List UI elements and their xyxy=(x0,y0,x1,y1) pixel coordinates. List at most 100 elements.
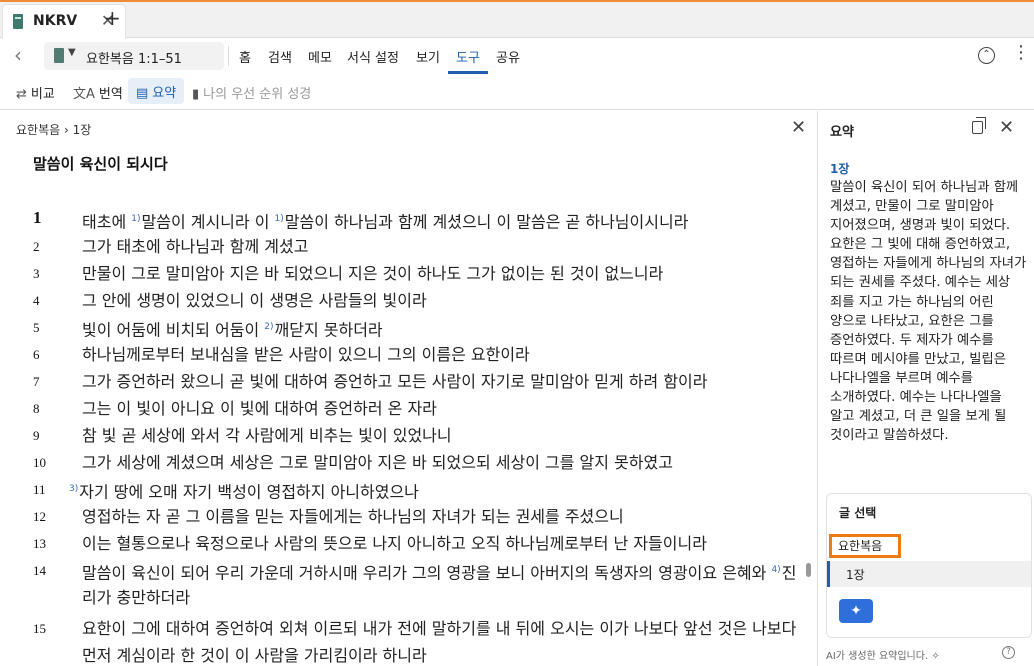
verse-number: 2 xyxy=(33,239,40,254)
more-options-icon[interactable]: ⋮ xyxy=(1012,44,1030,62)
footnote-marker[interactable]: 3) xyxy=(69,484,78,494)
back-icon[interactable]: ‹ xyxy=(14,43,22,67)
reference-label: 요한복음 1:1–51 xyxy=(86,52,182,67)
menu-search[interactable]: 검색 xyxy=(268,47,292,66)
verse-segment: 빛이 어둠에 비치되 어둠이 xyxy=(82,320,265,340)
footnote-marker[interactable]: 1) xyxy=(275,214,284,224)
menu-share[interactable]: 공유 xyxy=(496,47,520,66)
verse-number: 14 xyxy=(33,563,46,578)
verse-segment: 그 안에 생명이 있었으니 이 생명은 사람들의 빛이라 xyxy=(82,291,427,310)
summary-pane-title: 요약 xyxy=(830,125,854,140)
summary-icon: ▤ xyxy=(136,86,149,101)
verse-number: 15 xyxy=(33,621,46,636)
footnote-marker[interactable]: 2) xyxy=(264,322,273,332)
section-heading: 말씀이 육신이 되시다 xyxy=(33,155,168,173)
verse-segment: 이는 혈통으로나 육정으로나 사람의 뜻으로 나지 아니하고 오직 하나님께로부… xyxy=(82,534,707,553)
menu-tools[interactable]: 도구 xyxy=(456,47,480,66)
verse-number: 1 xyxy=(33,208,42,227)
tools-toolbar: ⇄ 비교 文A 번역 ▤ 요약 ▮ 나의 우선 순위 성경 xyxy=(0,74,1034,110)
verse-text[interactable]: 3)자기 땅에 오매 자기 백성이 영접하지 아니하였으나 xyxy=(69,476,419,505)
verse-segment: 자기 땅에 오매 자기 백성이 영접하지 아니하였으나 xyxy=(79,482,419,502)
verse-number: 8 xyxy=(33,401,40,416)
verse-segment: 요한이 그에 대하여 증언하여 외쳐 이르되 내가 전에 말하기를 내 뒤에 오… xyxy=(82,619,797,638)
verse-number: 5 xyxy=(33,320,40,335)
verse-text[interactable]: 그가 증언하러 왔으니 곧 빛에 대하여 증언하고 모든 사람이 자기로 말미암… xyxy=(82,368,707,395)
close-icon[interactable]: ✕ xyxy=(999,117,1014,138)
divider xyxy=(228,46,229,66)
menu-home[interactable]: 홈 xyxy=(239,47,251,66)
tab-strip: NKRV ✕ + xyxy=(0,0,1034,38)
verse-number: 6 xyxy=(33,347,40,362)
verse-text[interactable]: 빛이 어둠에 비치되 어둠이 2)깨닫지 못하더라 xyxy=(82,314,383,343)
verse-text[interactable]: 그가 세상에 계셨으며 세상은 그로 말미암아 지은 바 되었으되 세상이 그를… xyxy=(82,449,673,476)
verse-text[interactable]: 태초에 1)말씀이 계시니라 이 1)말씀이 하나님과 함께 계셨으니 이 말씀… xyxy=(82,206,688,235)
verse-segment: 깨닫지 못하더라 xyxy=(274,320,383,340)
verse-segment: 그는 이 빛이 아니요 이 빛에 대하여 증언하러 온 자라 xyxy=(82,399,437,418)
menu-format[interactable]: 서식 설정 xyxy=(347,47,399,66)
ai-sparkle-button[interactable]: ✦ xyxy=(839,599,873,623)
verse-segment: 그가 세상에 계셨으며 세상은 그로 말미암아 지은 바 되었으되 세상이 그를… xyxy=(82,453,673,472)
selected-book[interactable]: 요한복음 xyxy=(829,534,901,558)
verse-segment: 그가 증언하러 왔으니 곧 빛에 대하여 증언하고 모든 사람이 자기로 말미암… xyxy=(82,372,708,391)
copy-icon[interactable] xyxy=(972,117,986,134)
verse-text[interactable]: 요한이 그에 대하여 증언하여 외쳐 이르되 내가 전에 말하기를 내 뒤에 오… xyxy=(82,615,796,642)
reading-pane: 요한복음 › 1장 ✕ 말씀이 육신이 되시다 1 태초에 1)말씀이 계시니라 … xyxy=(0,111,817,666)
nav-row: ‹ ▼ 요한복음 1:1–51 홈 검색 메모 서식 설정 보기 도구 공유 ⌃… xyxy=(0,38,1034,74)
verse-number: 7 xyxy=(33,374,40,389)
verse-text[interactable]: 그 안에 생명이 있었으니 이 생명은 사람들의 빛이라 xyxy=(82,287,427,314)
compare-button[interactable]: ⇄ 비교 xyxy=(16,83,55,102)
verse-segment: 참 빛 곧 세상에 와서 각 사람에게 비추는 빛이 있었나니 xyxy=(82,426,452,445)
verse-segment: 말씀이 육신이 되어 우리 가운데 거하시매 우리가 그의 영광을 보니 아버지… xyxy=(82,563,772,583)
verse-text[interactable]: 말씀이 육신이 되어 우리 가운데 거하시매 우리가 그의 영광을 보니 아버지… xyxy=(82,557,796,586)
help-icon[interactable]: ? xyxy=(1002,646,1015,659)
sparkle-icon: ✧ xyxy=(931,651,940,662)
verse-segment: 만물이 그로 말미암아 지은 바 되었으니 지은 것이 하나도 그가 없이는 된… xyxy=(82,264,664,283)
menu-view[interactable]: 보기 xyxy=(416,47,440,66)
verse-text[interactable]: 영접하는 자 곧 그 이름을 믿는 자들에게는 하나님의 자녀가 되는 권세를 … xyxy=(82,503,624,530)
verse-number: 12 xyxy=(33,509,46,524)
compare-label: 비교 xyxy=(30,87,55,102)
summary-pane: 요약 ✕ 1장 말씀이 육신이 되어 하나님과 함께 계셨고, 만물이 그로 말… xyxy=(818,111,1034,666)
selected-chapter: 1장 xyxy=(846,568,865,582)
footnote-marker[interactable]: 4) xyxy=(771,565,780,575)
verse-text[interactable]: 참 빛 곧 세상에 와서 각 사람에게 비추는 빛이 있었나니 xyxy=(82,422,452,449)
text-select-title: 글 선택 xyxy=(839,506,877,520)
verse-segment: 말씀이 계시니라 이 xyxy=(141,212,275,232)
verse-text[interactable]: 만물이 그로 말미암아 지은 바 되었으니 지은 것이 하나도 그가 없이는 된… xyxy=(82,260,663,287)
text-select-panel: 글 선택 요한복음 1장 ✦ xyxy=(826,493,1032,638)
chevron-down-icon: ▼ xyxy=(68,47,76,58)
verse-number: 11 xyxy=(33,482,46,497)
verse-number: 3 xyxy=(33,266,40,281)
book-icon xyxy=(13,14,23,29)
scrollbar[interactable] xyxy=(806,563,811,577)
verse-segment: 말씀이 하나님과 함께 계셨으니 이 말씀은 곧 하나님이시니라 xyxy=(284,212,689,232)
verse-segment: 진 xyxy=(781,563,797,583)
reference-selector[interactable]: ▼ 요한복음 1:1–51 xyxy=(44,42,224,70)
summary-chapter: 1장 xyxy=(830,162,850,176)
verse-text[interactable]: 이는 혈통으로나 육정으로나 사람의 뜻으로 나지 아니하고 오직 하나님께로부… xyxy=(82,530,707,557)
swap-arrows-icon: ⇄ xyxy=(16,87,27,102)
chapter-list-item[interactable]: 1장 xyxy=(827,561,1031,587)
close-icon[interactable]: ✕ xyxy=(791,117,806,138)
menu-notes[interactable]: 메모 xyxy=(308,47,332,66)
verse-text-continued[interactable]: 리가 충만하더라 xyxy=(82,584,190,611)
verse-text[interactable]: 그는 이 빛이 아니요 이 빛에 대하여 증언하러 온 자라 xyxy=(82,395,437,422)
priority-bibles-button[interactable]: ▮ 나의 우선 순위 성경 xyxy=(192,83,311,102)
ai-generated-note: AI가 생성한 요약입니다. ✧ xyxy=(826,647,940,662)
new-tab-button[interactable]: + xyxy=(104,6,121,30)
verse-text[interactable]: 하나님께로부터 보내심을 받은 사람이 있으니 그의 이름은 요한이라 xyxy=(82,341,530,368)
footnote-marker[interactable]: 1) xyxy=(131,214,140,224)
breadcrumb[interactable]: 요한복음 › 1장 xyxy=(16,121,91,138)
book-icon xyxy=(54,48,64,63)
verse-text-continued[interactable]: 먼저 계심이라 한 것이 이 사람을 가리킴이라 하니라 xyxy=(82,642,427,666)
collapse-up-icon[interactable]: ⌃ xyxy=(978,47,995,64)
verse-number: 4 xyxy=(33,293,40,308)
verse-segment: 하나님께로부터 보내심을 받은 사람이 있으니 그의 이름은 요한이라 xyxy=(82,345,530,364)
verse-number: 10 xyxy=(33,455,46,470)
translate-button[interactable]: 文A 번역 xyxy=(73,83,123,102)
verse-segment: 그가 태초에 하나님과 함께 계셨고 xyxy=(82,237,309,256)
verse-text[interactable]: 그가 태초에 하나님과 함께 계셨고 xyxy=(82,233,308,260)
bible-app: NKRV ✕ + ‹ ▼ 요한복음 1:1–51 홈 검색 메모 서식 설정 보… xyxy=(0,0,1034,666)
priority-bibles-label: 나의 우선 순위 성경 xyxy=(203,87,312,102)
summary-button[interactable]: ▤ 요약 xyxy=(128,78,185,104)
